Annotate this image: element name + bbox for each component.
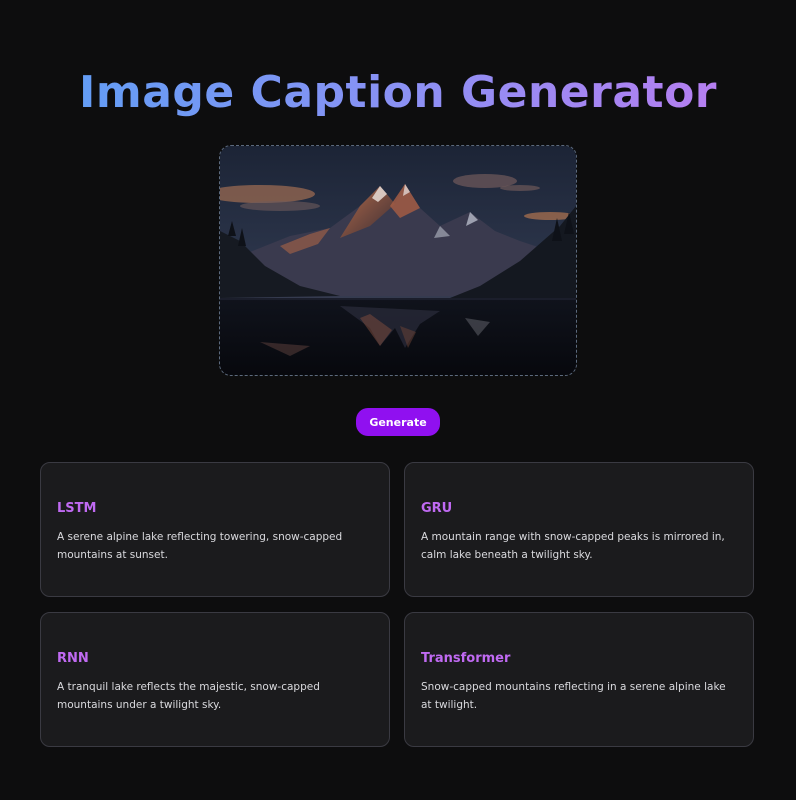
card-caption: Snow-capped mountains reflecting in a se… bbox=[421, 681, 726, 711]
card-caption: A tranquil lake reflects the majestic, s… bbox=[57, 681, 320, 711]
card-title: Transformer bbox=[421, 651, 511, 666]
card-title: GRU bbox=[421, 501, 453, 516]
card-caption: A mountain range with snow-capped peaks … bbox=[421, 531, 725, 561]
caption-card-gru: GRU A mountain range with snow-capped pe… bbox=[404, 462, 754, 597]
page-title: Image Caption Generator bbox=[0, 64, 796, 122]
uploaded-image-preview bbox=[220, 146, 576, 375]
card-title: RNN bbox=[57, 651, 89, 666]
caption-card-transformer: Transformer Snow-capped mountains reflec… bbox=[404, 612, 754, 747]
caption-card-rnn: RNN A tranquil lake reflects the majesti… bbox=[40, 612, 390, 747]
image-upload-dropzone[interactable] bbox=[219, 145, 577, 376]
card-title: LSTM bbox=[57, 501, 97, 516]
card-caption: A serene alpine lake reflecting towering… bbox=[57, 531, 343, 561]
app-page: Image Caption Generator Generate LSTM A … bbox=[0, 0, 796, 800]
generate-button[interactable]: Generate bbox=[356, 408, 440, 436]
caption-card-lstm: LSTM A serene alpine lake reflecting tow… bbox=[40, 462, 390, 597]
